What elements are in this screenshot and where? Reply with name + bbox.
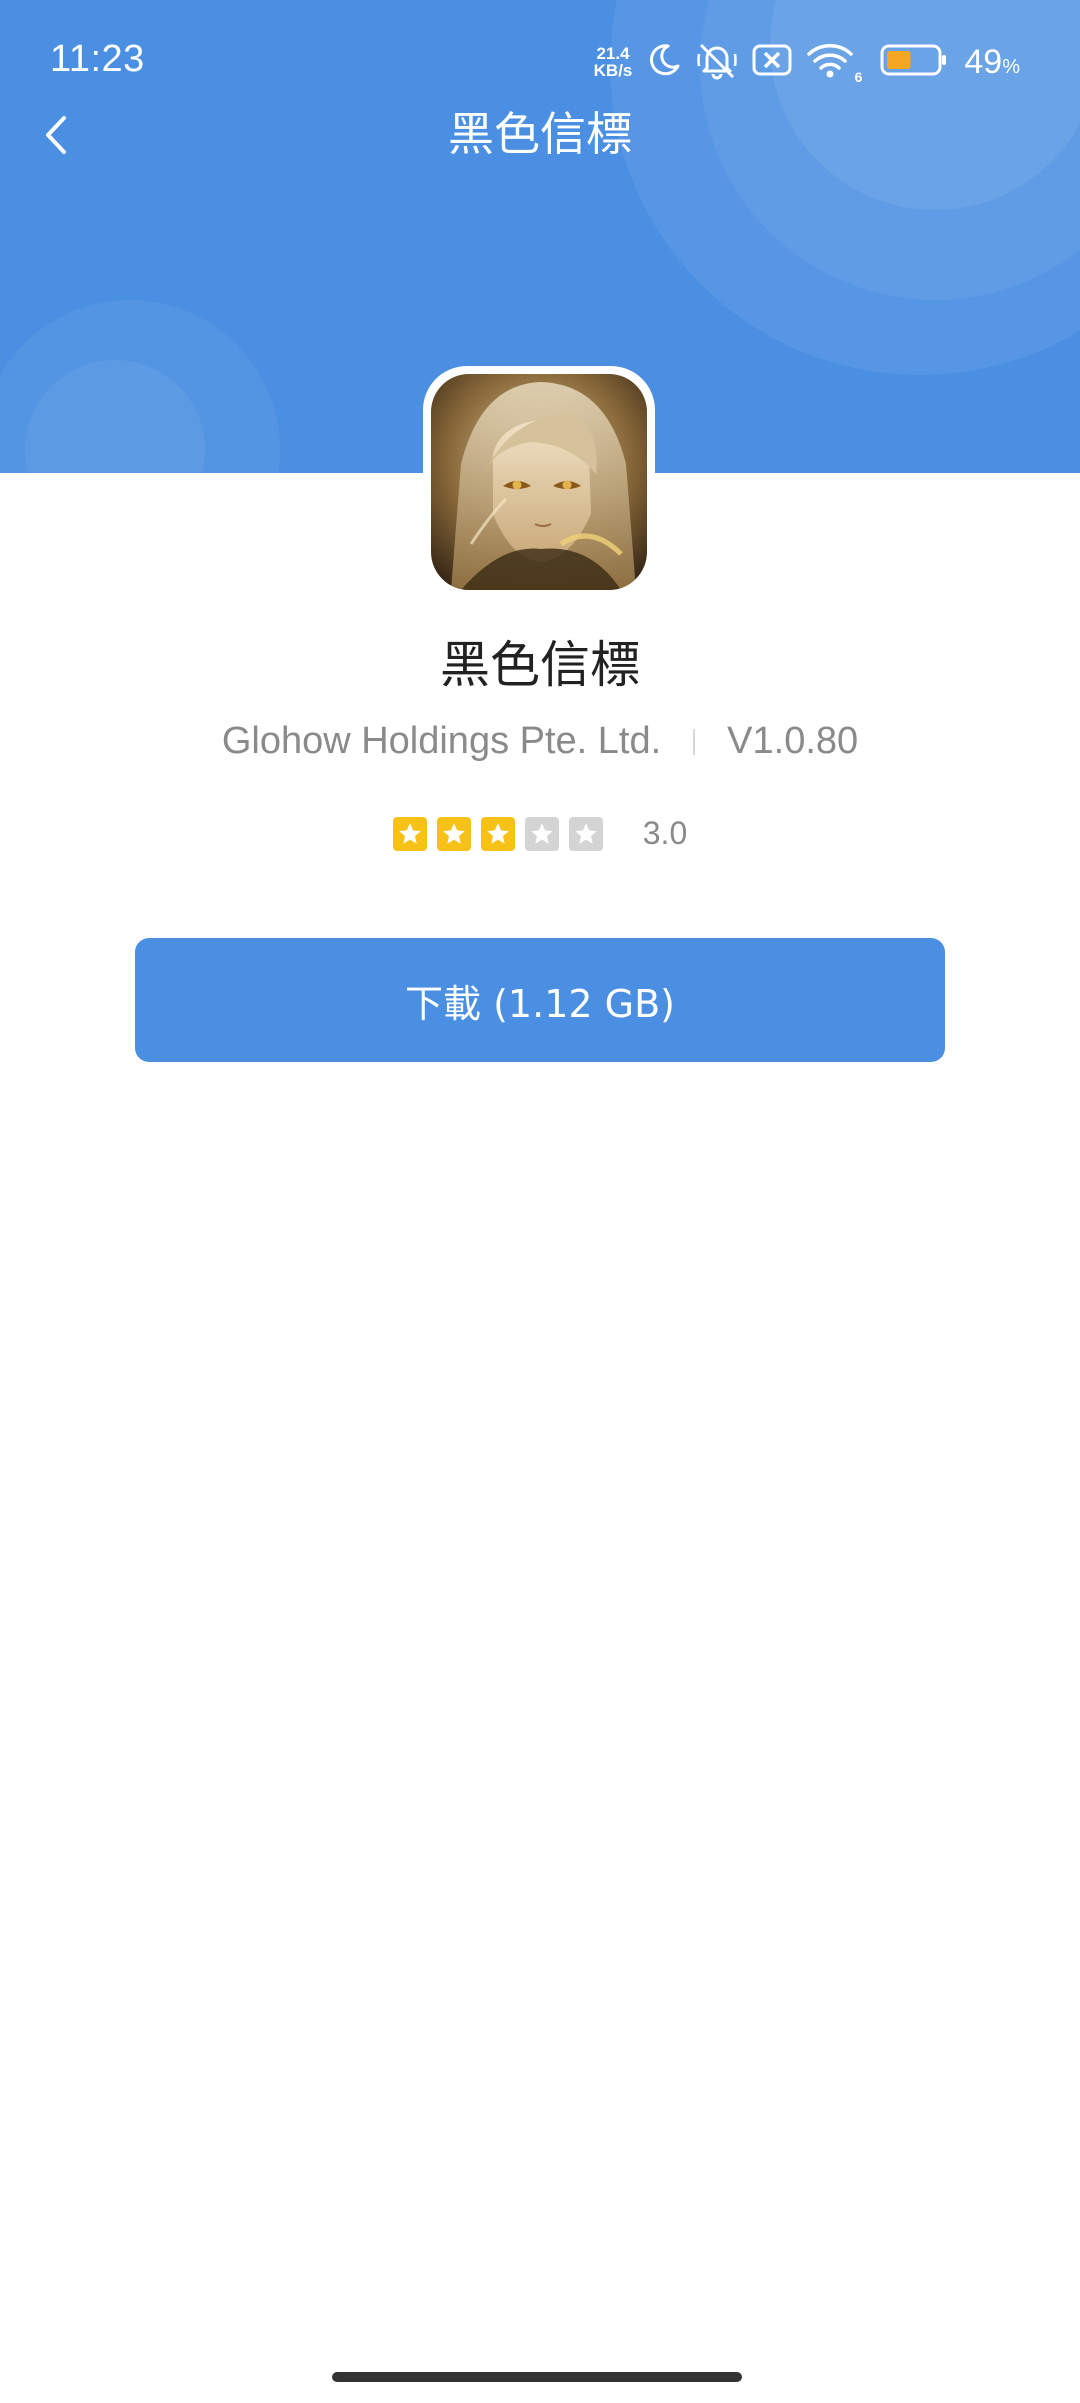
app-meta: Glohow Holdings Pte. Ltd. V1.0.80 [0, 720, 1080, 763]
star-empty-icon [524, 816, 559, 851]
battery-percent-value: 49 [964, 42, 1003, 81]
moon-icon [646, 42, 682, 82]
battery-percent-unit: % [1002, 55, 1020, 78]
status-icons: 21.4 KB/s 6 49% [594, 40, 1020, 86]
battery-icon [880, 44, 948, 80]
star-empty-icon [568, 816, 603, 851]
network-speed: 21.4 KB/s [594, 45, 633, 79]
network-speed-unit: KB/s [593, 61, 633, 80]
download-button[interactable]: 下載 (1.12 GB) [135, 938, 945, 1062]
wifi-label: 6 [854, 69, 863, 85]
app-icon-artwork [431, 374, 647, 590]
status-bar: 11:23 21.4 KB/s 6 49% [0, 0, 1080, 110]
rating: 3.0 [0, 815, 1080, 852]
battery-percent: 49% [964, 43, 1020, 82]
sim-off-icon [752, 43, 792, 81]
meta-divider [693, 728, 696, 755]
page-title: 黑色信標 [448, 107, 632, 161]
network-speed-value: 21.4 [596, 44, 630, 63]
mute-icon [696, 40, 738, 84]
rating-stars [392, 816, 603, 851]
status-time: 11:23 [50, 38, 145, 80]
app-version: V1.0.80 [727, 720, 859, 762]
app-icon [423, 366, 655, 598]
star-filled-icon [480, 816, 515, 851]
gesture-bar[interactable] [332, 2372, 742, 2382]
app-name: 黑色信標 [440, 636, 640, 694]
wifi-icon: 6 [806, 41, 862, 85]
rating-value: 3.0 [642, 815, 688, 851]
star-filled-icon [436, 816, 471, 851]
star-filled-icon [392, 816, 427, 851]
developer-name: Glohow Holdings Pte. Ltd. [221, 720, 662, 762]
